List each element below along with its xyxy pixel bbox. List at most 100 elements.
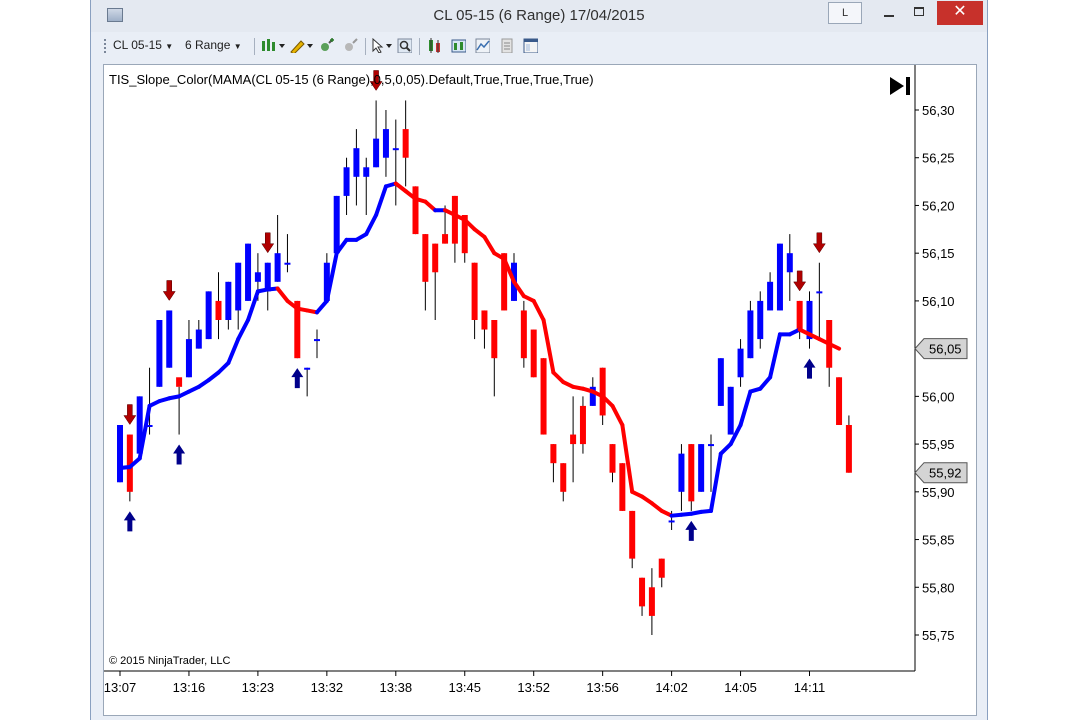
x-tick-label: 14:11 bbox=[794, 680, 826, 695]
close-icon[interactable]: ✕ bbox=[937, 1, 983, 25]
candle-body bbox=[786, 253, 793, 273]
mama-line-segment bbox=[758, 375, 773, 391]
cursor-icon[interactable] bbox=[371, 38, 397, 53]
toolbar-divider bbox=[365, 38, 366, 55]
candle-body bbox=[382, 129, 389, 158]
candle-body bbox=[579, 405, 586, 445]
candle-body bbox=[156, 320, 163, 387]
price-tag-label: 55,92 bbox=[929, 466, 962, 481]
mama-line-segment bbox=[275, 286, 290, 303]
mama-line-segment bbox=[364, 213, 379, 237]
down-arrow-icon bbox=[812, 232, 826, 254]
chart-window: CL 05-15 (6 Range) 17/04/2015 L ✕ CL 05-… bbox=[90, 0, 988, 720]
candle-body bbox=[225, 281, 232, 320]
y-tick-label: 56,25 bbox=[922, 151, 955, 166]
candle-body bbox=[609, 444, 616, 473]
instrument-selector[interactable]: CL 05-15 ▼ bbox=[113, 38, 173, 52]
candle-body bbox=[333, 195, 340, 254]
mama-line-segment bbox=[315, 298, 329, 315]
mama-line-segment bbox=[610, 403, 625, 427]
candle-body bbox=[747, 310, 754, 359]
candle-body bbox=[363, 167, 370, 177]
magnifier-icon[interactable] bbox=[397, 38, 412, 53]
x-tick-label: 13:23 bbox=[242, 680, 275, 695]
candle-body bbox=[845, 425, 852, 473]
bar-type-icon[interactable] bbox=[261, 38, 287, 53]
mama-line-segment bbox=[374, 184, 388, 217]
chart-panel[interactable]: 56,30 56,25 56,20 56,15 56,10 56,05 56,00 55,95… bbox=[103, 64, 977, 716]
candle-body bbox=[520, 310, 527, 359]
candle-body bbox=[343, 167, 350, 196]
chart-style-icon[interactable] bbox=[427, 38, 442, 53]
mama-line-segment bbox=[531, 298, 546, 322]
candle-body bbox=[836, 377, 843, 425]
y-tick-label: 56,30 bbox=[922, 103, 955, 118]
scroll-to-end-icon[interactable] bbox=[888, 75, 912, 97]
candle-body bbox=[540, 358, 547, 435]
candle-body bbox=[451, 195, 458, 244]
candle-body bbox=[274, 253, 281, 282]
mama-line-segment bbox=[768, 332, 782, 380]
candle-body bbox=[668, 520, 675, 523]
candle-body bbox=[205, 291, 212, 340]
candle-body bbox=[688, 444, 695, 502]
y-tick-label: 56,20 bbox=[922, 198, 955, 213]
candle-body bbox=[530, 329, 537, 378]
indicators-icon[interactable] bbox=[475, 38, 490, 53]
interval-selector[interactable]: 6 Range ▼ bbox=[185, 38, 242, 52]
candle-body bbox=[235, 262, 242, 311]
toolbar-divider bbox=[254, 38, 255, 55]
candle-body bbox=[412, 186, 419, 235]
candle-body bbox=[422, 234, 429, 282]
candle-body bbox=[304, 367, 311, 370]
y-tick-label: 55,90 bbox=[922, 485, 955, 500]
candle-body bbox=[629, 510, 636, 559]
y-tick-label: 55,95 bbox=[922, 437, 955, 452]
mama-line-segment bbox=[216, 360, 231, 375]
zoom-out-icon[interactable] bbox=[343, 38, 358, 53]
interval-label: 6 Range bbox=[185, 38, 231, 52]
x-tick-label: 13:38 bbox=[380, 680, 413, 695]
up-arrow-icon bbox=[123, 511, 136, 532]
mama-line-segment bbox=[236, 318, 251, 342]
price-chart[interactable]: 56,30 56,25 56,20 56,15 56,10 56,05 56,00 55,95… bbox=[104, 65, 976, 715]
mama-line-segment bbox=[709, 451, 723, 513]
zoom-in-icon[interactable] bbox=[319, 38, 334, 53]
candle-body bbox=[195, 329, 202, 349]
title-bar[interactable]: CL 05-15 (6 Range) 17/04/2015 L ✕ bbox=[91, 0, 987, 32]
candle-body bbox=[550, 444, 557, 464]
link-button[interactable]: L bbox=[828, 2, 862, 24]
drawing-pencil-icon[interactable] bbox=[289, 38, 315, 53]
candle-body bbox=[432, 243, 439, 273]
x-tick-label: 13:16 bbox=[173, 680, 206, 695]
maximize-icon[interactable] bbox=[909, 2, 931, 24]
mama-line-segment bbox=[551, 370, 566, 385]
candle-body bbox=[717, 358, 724, 406]
instrument-label: CL 05-15 bbox=[113, 38, 162, 52]
candle-body bbox=[678, 453, 685, 492]
candle-body bbox=[698, 444, 705, 492]
down-arrow-icon bbox=[162, 280, 176, 301]
candle-body bbox=[471, 262, 478, 320]
properties-icon[interactable] bbox=[523, 38, 538, 53]
x-tick-label: 13:07 bbox=[104, 680, 136, 695]
mama-line-segment bbox=[226, 337, 241, 365]
candle-body bbox=[727, 386, 734, 435]
toolbar-grip-icon[interactable] bbox=[104, 39, 106, 54]
candle-body bbox=[737, 348, 744, 378]
candle-body bbox=[491, 320, 498, 359]
down-arrow-icon bbox=[261, 232, 275, 254]
data-box-icon[interactable] bbox=[451, 38, 466, 53]
candle-body bbox=[648, 587, 655, 616]
minimize-icon[interactable] bbox=[879, 2, 899, 24]
candle-body bbox=[284, 262, 291, 265]
candle-body bbox=[176, 377, 183, 387]
indicator-label: TIS_Slope_Color(MAMA(CL 05-15 (6 Range),… bbox=[109, 72, 594, 87]
candle-body bbox=[796, 300, 803, 330]
candle-body bbox=[373, 138, 380, 168]
candle-body bbox=[245, 243, 252, 301]
down-arrow-icon bbox=[793, 270, 807, 292]
candle-body bbox=[776, 243, 783, 311]
strategies-icon[interactable] bbox=[499, 38, 514, 53]
y-tick-label: 55,80 bbox=[922, 580, 955, 595]
